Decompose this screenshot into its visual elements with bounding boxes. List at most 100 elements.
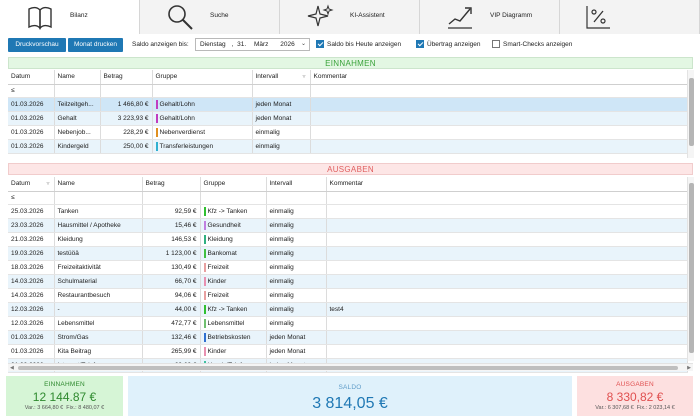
scroll-thumb[interactable] — [18, 366, 678, 370]
expense-summary: AUSGABEN 8 330,82 € Var.: 6 307,68 € Fix… — [577, 376, 693, 416]
tab-vip-diagramm[interactable]: VIP Diagramm — [420, 0, 560, 34]
row-name: Lebensmittel — [54, 316, 143, 331]
tab-ki-assistent[interactable]: KI-Assistent — [280, 0, 420, 34]
income-section-title: EINNAHMEN — [8, 57, 693, 69]
table-row[interactable]: 01.03.2026 Teilzeitgeh... 1 466,80 € Gehalt… — [8, 97, 688, 112]
filter-cell[interactable]: ≤ — [8, 191, 55, 205]
table-row[interactable]: 14.03.2026 Restaurantbesuch 94,06 € Freizei… — [8, 288, 688, 303]
tab-suche[interactable]: Suche — [140, 0, 280, 34]
table-row[interactable]: 01.03.2026 Gehalt 3 223,93 € Gehalt/Lohn jed… — [8, 111, 688, 126]
table-row[interactable]: 25.03.2026 Tanken 92,59 € Kfz -> Tanken einm… — [8, 204, 688, 219]
tab-ki-label: KI-Assistent — [350, 12, 385, 19]
table-row[interactable]: 18.03.2026 Freizeitaktivität 130,49 € Freiz… — [8, 260, 688, 275]
trend-chart-icon — [448, 7, 472, 29]
date-month: März — [253, 41, 269, 48]
income-scrollbar[interactable] — [687, 70, 694, 158]
col-name[interactable]: Name — [54, 177, 143, 192]
scroll-right-icon[interactable]: ▶ — [687, 365, 691, 371]
row-amount: 92,59 € — [142, 204, 201, 219]
row-comment: test4 — [326, 302, 688, 317]
row-interval: einmalig — [252, 139, 311, 154]
col-intervall[interactable]: Intervall — [266, 177, 327, 192]
table-row[interactable]: 12.03.2026-44,00 € Kfz -> Tanken einmalig t… — [8, 302, 688, 317]
percent-chart-icon — [586, 6, 610, 29]
table-row[interactable]: 21.03.2026 Kleidung 146,53 € Kleidung einmal… — [8, 232, 688, 247]
expense-scrollbar[interactable] — [687, 177, 694, 361]
carry-over-label: Übertrag anzeigen — [427, 41, 481, 48]
col-betrag[interactable]: Betrag — [100, 70, 153, 85]
group-color-marker — [203, 234, 206, 244]
row-comment — [326, 274, 688, 289]
table-row[interactable]: 01.03.2026 Kita Beitrag 265,99 € Kinder jede… — [8, 344, 688, 359]
balance-date-picker[interactable]: Dienstag , 31. März 2026 ⌄ — [195, 38, 310, 51]
group-color-marker — [155, 113, 158, 123]
row-group: Kinder — [200, 274, 267, 289]
saldo-total: 3 814,05 € — [312, 395, 388, 412]
row-group: Transferleistungen — [152, 139, 253, 154]
table-row[interactable]: 19.03.2026 testüöä 1 123,00 € Bankomat einma… — [8, 246, 688, 261]
row-amount: 250,00 € — [100, 139, 153, 154]
filter-icon[interactable]: ▿ — [302, 73, 305, 80]
row-date: 01.03.2026 — [8, 330, 55, 345]
table-row[interactable]: 23.03.2026 Hausmittel / Apotheke 15,46 € Ge… — [8, 218, 688, 233]
row-group: Gesundheit — [200, 218, 267, 233]
group-color-marker — [203, 332, 206, 342]
group-color-marker — [203, 290, 206, 300]
row-interval: einmalig — [252, 125, 311, 140]
col-datum[interactable]: Datum — [8, 70, 55, 85]
saldo-today-checkbox[interactable] — [316, 40, 324, 48]
scroll-left-icon[interactable]: ◀ — [10, 365, 14, 371]
row-group: Lebensmittel — [200, 316, 267, 331]
col-gruppe[interactable]: Gruppe — [152, 70, 253, 85]
row-date: 23.03.2026 — [8, 218, 55, 233]
filter-row[interactable]: ≤ — [8, 191, 688, 205]
group-color-marker — [203, 220, 206, 230]
col-kommentar[interactable]: Kommentar — [326, 177, 688, 192]
row-date: 01.03.2026 — [8, 139, 55, 154]
filter-cell[interactable]: ≤ — [8, 84, 55, 98]
table-row[interactable]: 14.03.2026 Schulmaterial 66,70 € Kinder einm… — [8, 274, 688, 289]
group-color-marker — [203, 262, 206, 272]
income-table: Datum Name Betrag Gruppe Intervall ▿ Komm… — [8, 70, 688, 154]
filter-row[interactable]: ≤ — [8, 84, 688, 98]
smart-checks-checkbox[interactable] — [492, 40, 500, 48]
tab-percent[interactable] — [560, 0, 700, 34]
group-color-marker — [203, 318, 206, 328]
group-color-marker — [203, 346, 206, 356]
row-date: 21.03.2026 — [8, 232, 55, 247]
col-name[interactable]: Name — [54, 70, 101, 85]
col-datum[interactable]: Datum ▿ — [8, 177, 55, 192]
row-amount: 132,46 € — [142, 330, 201, 345]
row-date: 14.03.2026 — [8, 274, 55, 289]
print-month-button[interactable]: Monat drucken — [68, 38, 123, 52]
row-amount: 130,49 € — [142, 260, 201, 275]
scroll-thumb[interactable] — [689, 78, 694, 146]
col-gruppe[interactable]: Gruppe — [200, 177, 267, 192]
row-amount: 472,77 € — [142, 316, 201, 331]
group-color-marker — [155, 99, 158, 109]
tab-bilanz-label: Bilanz — [70, 12, 88, 19]
expense-table: Datum ▿ Name Betrag Gruppe Intervall Komm… — [8, 177, 688, 373]
table-row[interactable]: 01.03.2026 Strom/Gas 132,46 € Betriebskoste… — [8, 330, 688, 345]
scroll-thumb[interactable] — [689, 183, 694, 353]
row-group: Freizeit — [200, 260, 267, 275]
tab-bilanz[interactable]: Bilanz — [0, 0, 140, 34]
col-betrag[interactable]: Betrag — [142, 177, 201, 192]
table-row[interactable]: 01.03.2026 Nebenjob... 228,29 € Nebenverdie… — [8, 125, 688, 140]
row-comment — [326, 218, 688, 233]
row-comment — [326, 260, 688, 275]
sort-icon[interactable]: ▿ — [46, 180, 49, 187]
table-row[interactable]: 01.03.2026 Kindergeld 250,00 € Transferleis… — [8, 139, 688, 154]
col-kommentar[interactable]: Kommentar — [310, 70, 688, 85]
row-group: Kfz -> Tanken — [200, 204, 267, 219]
row-amount: 265,99 € — [142, 344, 201, 359]
group-color-marker — [155, 141, 158, 151]
print-preview-button[interactable]: Druckvorschau — [8, 38, 66, 52]
table-row[interactable]: 12.03.2026 Lebensmittel 472,77 € Lebensmitt… — [8, 316, 688, 331]
row-amount: 1 466,80 € — [100, 97, 153, 112]
row-comment — [310, 97, 688, 112]
row-amount: 94,06 € — [142, 288, 201, 303]
col-intervall[interactable]: Intervall ▿ — [252, 70, 311, 85]
expense-h-scrollbar[interactable]: ◀ ▶ — [8, 363, 693, 371]
carry-over-checkbox[interactable] — [416, 40, 424, 48]
